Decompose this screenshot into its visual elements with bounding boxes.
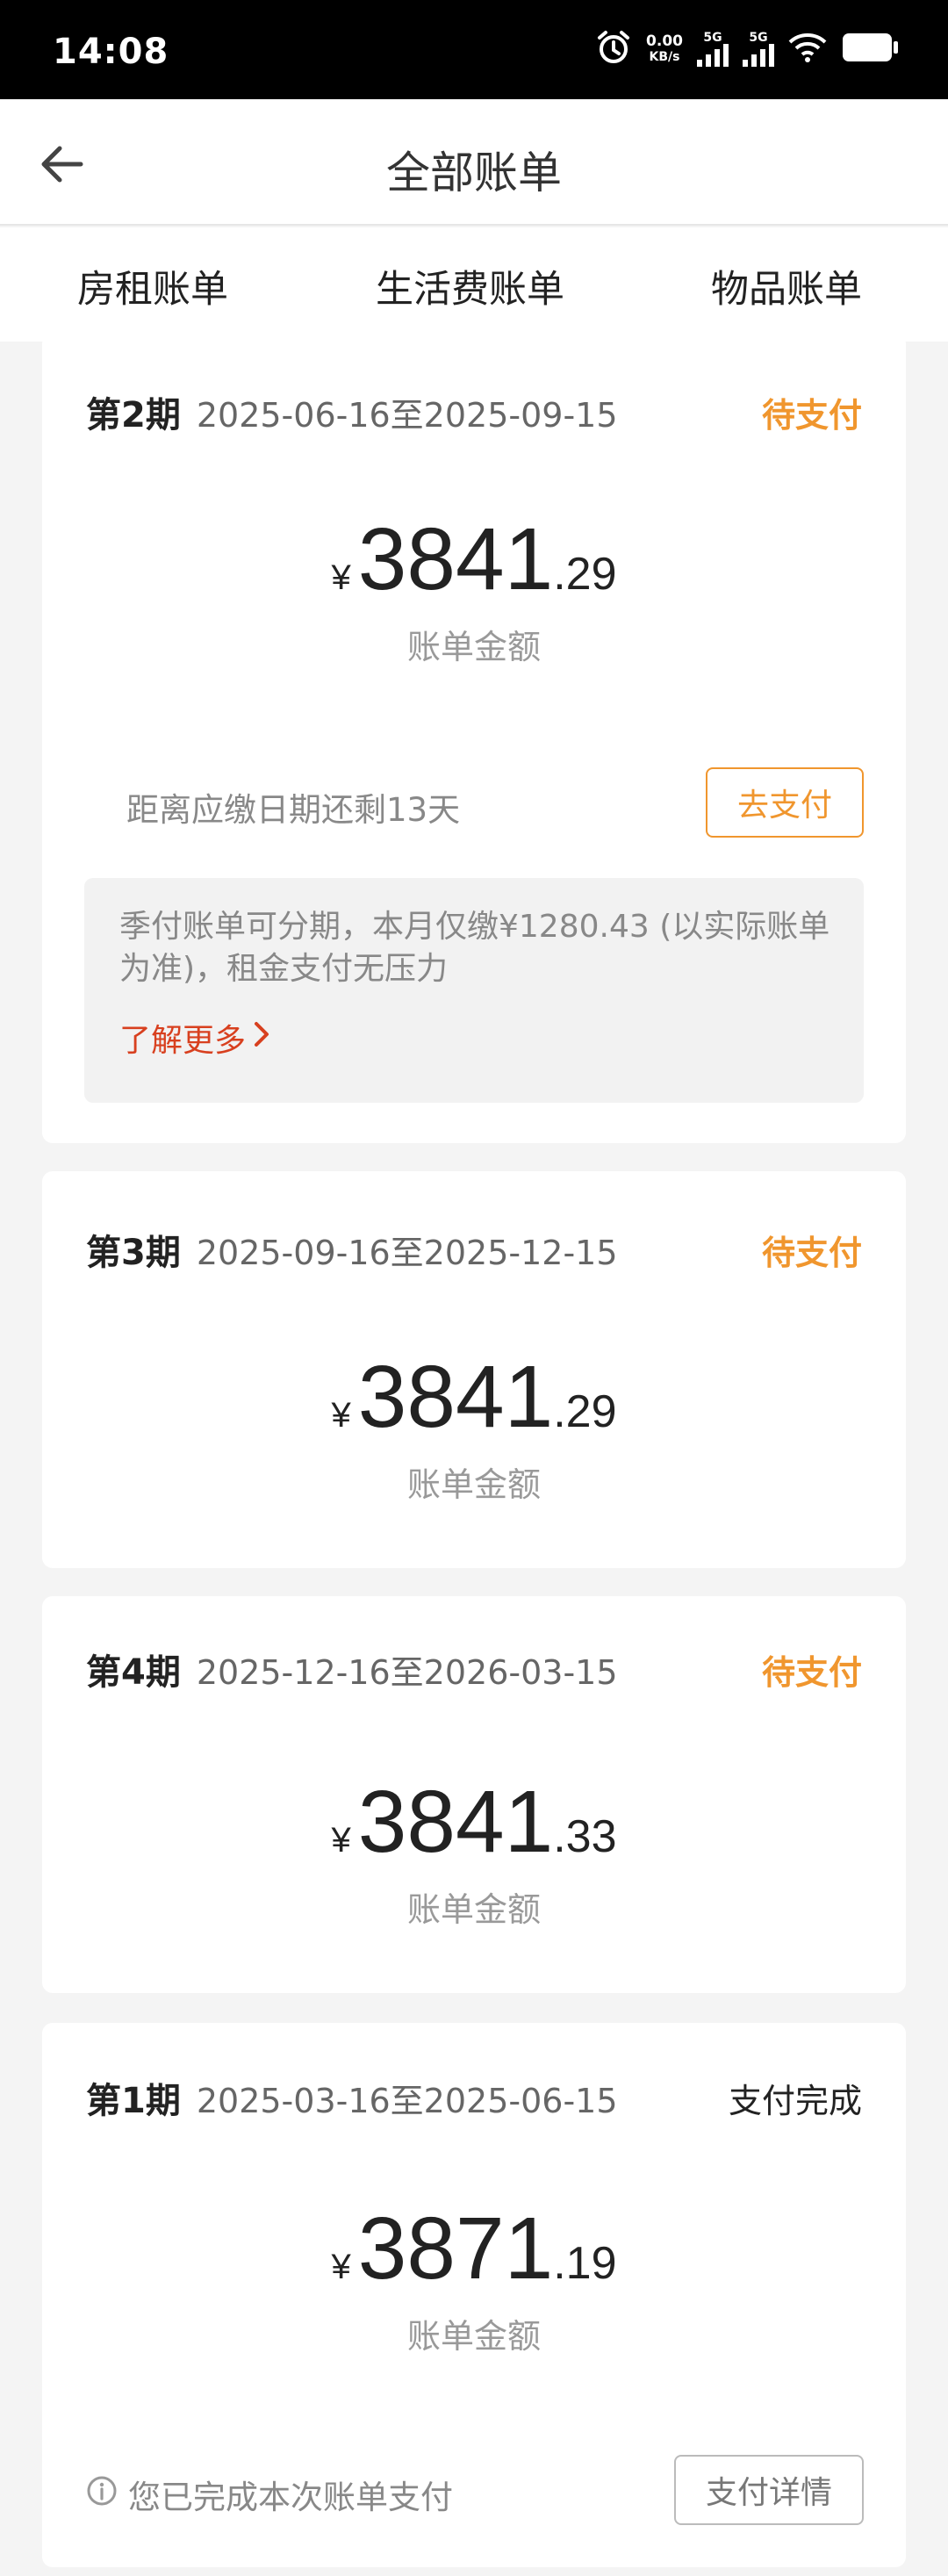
bill-amount: ¥3841.29 bbox=[42, 509, 906, 610]
tab-rent[interactable]: 房租账单 bbox=[77, 259, 228, 313]
due-countdown: 距离应缴日期还剩13天 bbox=[126, 791, 461, 829]
done-note-text: 您已完成本次账单支付 bbox=[128, 2479, 453, 2516]
sim2-label: 5G bbox=[749, 31, 768, 45]
bill-card[interactable]: 第3期 2025-09-16至2025-12-15 待支付 ¥3841.29 账单… bbox=[42, 1171, 906, 1568]
amount-label: 账单金额 bbox=[406, 628, 541, 666]
amount-decimal: .29 bbox=[553, 1386, 617, 1437]
battery-icon bbox=[841, 32, 899, 67]
net-speed: 0.00 KB/s bbox=[646, 33, 683, 65]
status-time: 14:08 bbox=[53, 32, 169, 72]
sim1-label: 5G bbox=[703, 31, 722, 45]
currency-symbol: ¥ bbox=[331, 1821, 351, 1860]
wifi-icon bbox=[788, 32, 827, 67]
net-speed-unit: KB/s bbox=[649, 50, 680, 64]
bill-amount: ¥3841.29 bbox=[42, 1347, 906, 1448]
learn-more-link[interactable]: 了解更多 bbox=[119, 1015, 270, 1061]
amount-integer: 3871 bbox=[357, 2199, 554, 2298]
amount-integer: 3841 bbox=[357, 510, 554, 608]
period-number: 第4期 bbox=[86, 1652, 181, 1693]
status-badge: 支付完成 bbox=[728, 2082, 862, 2120]
period-range: 2025-09-16至2025-12-15 bbox=[196, 1234, 618, 1272]
bill-period: 第4期 2025-12-16至2026-03-15 bbox=[86, 1644, 618, 1695]
amount-decimal: .29 bbox=[553, 549, 617, 600]
bill-tabs: 房租账单 生活费账单 物品账单 bbox=[0, 227, 948, 342]
bill-amount: ¥3871.19 bbox=[42, 2198, 906, 2299]
currency-symbol: ¥ bbox=[331, 1396, 351, 1435]
amount-label: 账单金额 bbox=[406, 1890, 541, 1929]
net-speed-value: 0.00 bbox=[646, 32, 683, 50]
period-number: 第3期 bbox=[86, 1233, 181, 1273]
period-range: 2025-12-16至2026-03-15 bbox=[196, 1653, 618, 1692]
amount-label: 账单金额 bbox=[406, 1465, 541, 1504]
signal-icon: 5G bbox=[743, 32, 774, 67]
bill-card[interactable]: 第1期 2025-03-16至2025-06-15 支付完成 ¥3871.19 账… bbox=[42, 2023, 906, 2567]
amount-decimal: .19 bbox=[553, 2238, 617, 2289]
tab-items[interactable]: 物品账单 bbox=[711, 259, 862, 313]
amount-integer: 3841 bbox=[357, 1773, 554, 1871]
status-bar: 14:08 0.00 KB/s 5G 5G bbox=[0, 0, 948, 99]
payment-done-note: 您已完成本次账单支付 bbox=[86, 2471, 453, 2518]
bill-period: 第1期 2025-03-16至2025-06-15 bbox=[86, 2072, 618, 2123]
status-badge: 待支付 bbox=[761, 1653, 862, 1692]
alarm-icon bbox=[595, 29, 632, 69]
info-icon bbox=[86, 2475, 118, 2515]
bill-period: 第3期 2025-09-16至2025-12-15 bbox=[86, 1224, 618, 1275]
period-range: 2025-03-16至2025-06-15 bbox=[196, 2082, 618, 2120]
period-range: 2025-06-16至2025-09-15 bbox=[196, 396, 618, 435]
period-number: 第1期 bbox=[86, 2081, 181, 2121]
status-badge: 待支付 bbox=[761, 396, 862, 435]
amount-label: 账单金额 bbox=[406, 2317, 541, 2356]
status-badge: 待支付 bbox=[761, 1234, 862, 1272]
bill-period: 第2期 2025-06-16至2025-09-15 bbox=[86, 386, 618, 437]
header: 全部账单 bbox=[0, 99, 948, 226]
currency-symbol: ¥ bbox=[331, 558, 351, 597]
tab-living-expenses[interactable]: 生活费账单 bbox=[376, 259, 564, 313]
learn-more-label: 了解更多 bbox=[119, 1023, 247, 1059]
bill-card[interactable]: 第2期 2025-06-16至2025-09-15 待支付 ¥3841.29 账单… bbox=[42, 334, 906, 1143]
signal-icon: 5G bbox=[697, 32, 729, 67]
chevron-right-icon bbox=[253, 1020, 270, 1056]
currency-symbol: ¥ bbox=[331, 2248, 351, 2286]
amount-integer: 3841 bbox=[357, 1348, 554, 1446]
bill-amount: ¥3841.33 bbox=[42, 1772, 906, 1873]
amount-decimal: .33 bbox=[553, 1811, 617, 1862]
status-icons: 0.00 KB/s 5G 5G bbox=[595, 30, 899, 68]
page-title: 全部账单 bbox=[386, 148, 562, 198]
pay-button[interactable]: 去支付 bbox=[706, 767, 864, 838]
installment-notice: 季付账单可分期，本月仅缴¥1280.43 (以实际账单为准)，租金支付无压力 了… bbox=[84, 878, 864, 1103]
payment-detail-button[interactable]: 支付详情 bbox=[674, 2455, 864, 2525]
installment-text: 季付账单可分期，本月仅缴¥1280.43 (以实际账单为准)，租金支付无压力 bbox=[119, 909, 830, 987]
bill-card[interactable]: 第4期 2025-12-16至2026-03-15 待支付 ¥3841.33 账单… bbox=[42, 1596, 906, 1993]
period-number: 第2期 bbox=[86, 395, 181, 435]
